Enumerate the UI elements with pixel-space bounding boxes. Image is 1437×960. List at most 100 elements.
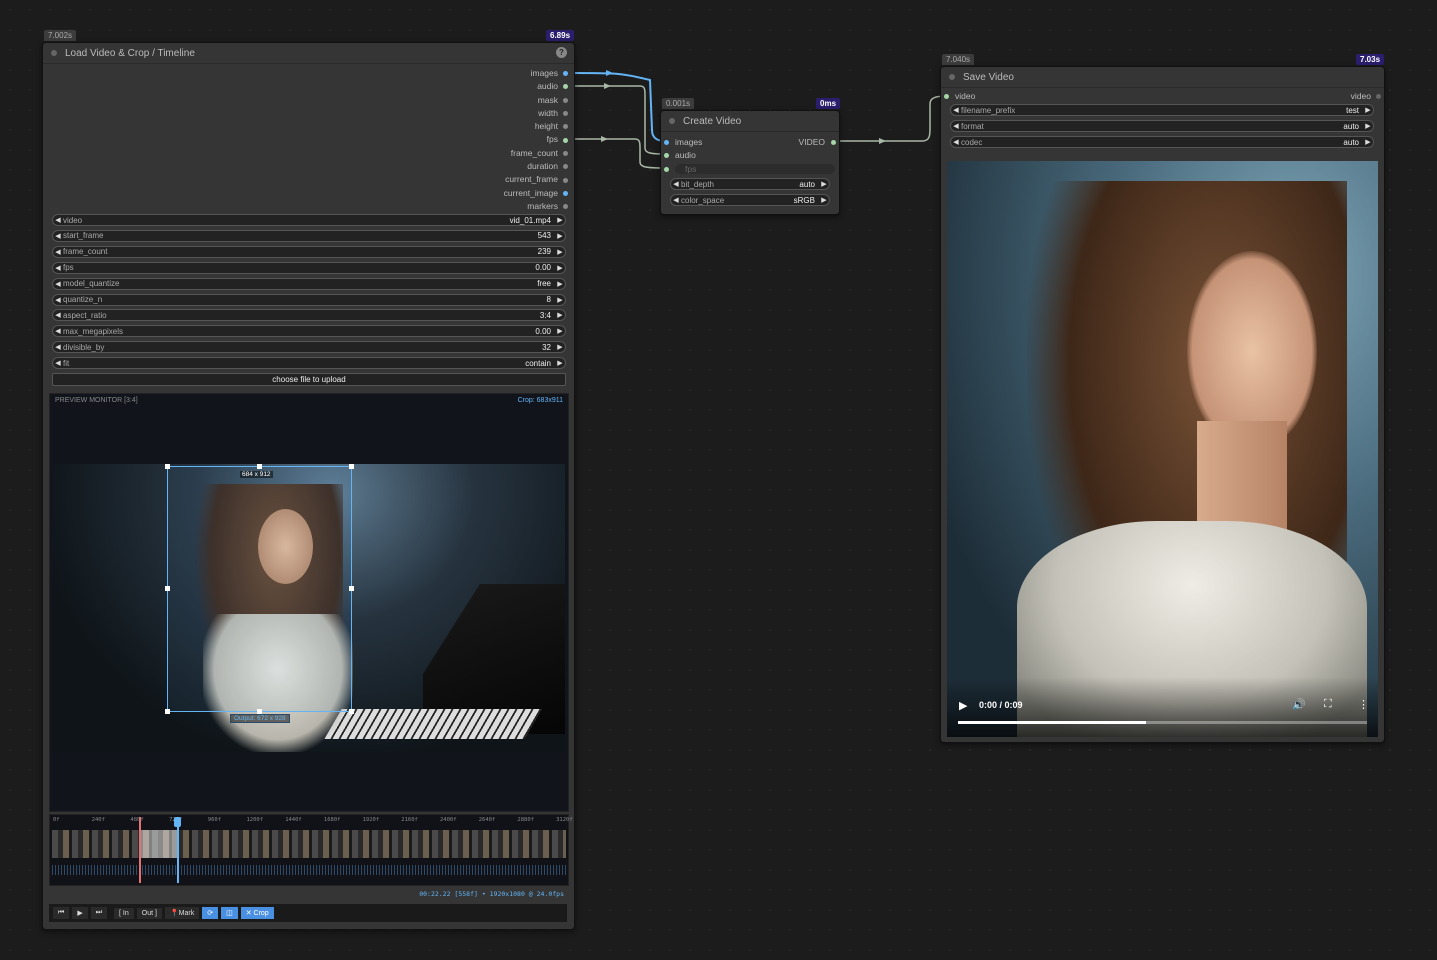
decrement-arrow-icon[interactable]: ◀ bbox=[53, 216, 63, 224]
upload-button[interactable]: choose file to upload bbox=[52, 373, 566, 386]
decrement-arrow-icon[interactable]: ◀ bbox=[53, 343, 63, 351]
collapse-dot[interactable] bbox=[51, 50, 57, 56]
increment-arrow-icon[interactable]: ▶ bbox=[555, 216, 565, 224]
decrement-arrow-icon[interactable]: ◀ bbox=[53, 296, 63, 304]
widget-start-frame[interactable]: ◀ start_frame 543 ▶ bbox=[52, 229, 566, 242]
widget-divisible-by[interactable]: ◀ divisible_by 32 ▶ bbox=[52, 341, 566, 354]
input-fps[interactable]: fps bbox=[664, 164, 835, 174]
widget-aspect-ratio[interactable]: ◀ aspect_ratio 3:4 ▶ bbox=[52, 309, 566, 322]
output-current-frame[interactable]: current_frame bbox=[504, 173, 568, 186]
snap-button[interactable]: ◫ bbox=[221, 907, 238, 919]
crop-handle-ml[interactable] bbox=[165, 586, 170, 591]
widget-bit-depth[interactable]: ◀ bit_depth auto ▶ bbox=[670, 178, 830, 190]
widget-fit[interactable]: ◀ fit contain ▶ bbox=[52, 357, 566, 370]
load-video-node[interactable]: Load Video & Crop / Timeline ? images aud… bbox=[42, 42, 575, 930]
output-frame-count[interactable]: frame_count bbox=[504, 147, 568, 160]
output-images[interactable]: images bbox=[504, 67, 568, 80]
player-play-icon[interactable]: ▶ bbox=[959, 699, 967, 712]
selected-range[interactable] bbox=[140, 830, 178, 858]
create-node-header[interactable]: Create Video bbox=[661, 111, 839, 132]
output-mask[interactable]: mask bbox=[504, 94, 568, 107]
save-video-node[interactable]: Save Video video video ◀ filename_prefix t… bbox=[940, 66, 1385, 743]
in-marker[interactable] bbox=[139, 817, 141, 883]
increment-arrow-icon[interactable]: ▶ bbox=[1363, 106, 1373, 114]
widget-filename-prefix[interactable]: ◀ filename_prefix test ▶ bbox=[950, 104, 1374, 116]
increment-arrow-icon[interactable]: ▶ bbox=[1363, 138, 1373, 146]
create-video-node[interactable]: Create Video images audio fps VIDEO ◀ bit… bbox=[660, 110, 840, 215]
output-duration[interactable]: duration bbox=[504, 160, 568, 173]
input-video[interactable]: video bbox=[944, 91, 975, 101]
widget-model-quantize[interactable]: ◀ model_quantize free ▶ bbox=[52, 277, 566, 290]
prev-frame-button[interactable]: ⏮ bbox=[53, 907, 70, 919]
decrement-arrow-icon[interactable]: ◀ bbox=[53, 359, 63, 367]
increment-arrow-icon[interactable]: ▶ bbox=[555, 343, 565, 351]
input-audio[interactable]: audio bbox=[664, 150, 696, 160]
more-options-icon[interactable]: ⋮ bbox=[1358, 698, 1369, 711]
crop-toggle-button[interactable]: ✕ Crop bbox=[240, 907, 274, 919]
widget-max-megapixels[interactable]: ◀ max_megapixels 0.00 ▶ bbox=[52, 325, 566, 338]
video-player[interactable]: ▶ 0:00 / 0:09 🔊 ⛶ ⋮ bbox=[947, 161, 1378, 737]
decrement-arrow-icon[interactable]: ◀ bbox=[951, 106, 961, 114]
decrement-arrow-icon[interactable]: ◀ bbox=[53, 264, 63, 272]
increment-arrow-icon[interactable]: ▶ bbox=[555, 327, 565, 335]
output-current-image[interactable]: current_image bbox=[504, 187, 568, 200]
decrement-arrow-icon[interactable]: ◀ bbox=[53, 280, 63, 288]
widget-format[interactable]: ◀ format auto ▶ bbox=[950, 120, 1374, 132]
decrement-arrow-icon[interactable]: ◀ bbox=[53, 232, 63, 240]
crop-handle-tm[interactable] bbox=[257, 464, 262, 469]
preview-monitor[interactable]: PREVIEW MONITOR [3:4] Crop: 683x911 684 … bbox=[49, 393, 569, 812]
increment-arrow-icon[interactable]: ▶ bbox=[555, 232, 565, 240]
set-in-button[interactable]: [ In bbox=[114, 907, 134, 919]
crop-handle-tl[interactable] bbox=[165, 464, 170, 469]
set-out-button[interactable]: Out ] bbox=[136, 907, 162, 919]
increment-arrow-icon[interactable]: ▶ bbox=[555, 311, 565, 319]
save-node-header[interactable]: Save Video bbox=[941, 67, 1384, 88]
crop-box[interactable]: 684 x 912 bbox=[165, 464, 354, 714]
decrement-arrow-icon[interactable]: ◀ bbox=[671, 196, 681, 204]
fullscreen-icon[interactable]: ⛶ bbox=[1324, 698, 1332, 711]
playhead-handle[interactable] bbox=[174, 817, 181, 827]
widget-frame-count[interactable]: ◀ frame_count 239 ▶ bbox=[52, 245, 566, 258]
seek-bar[interactable] bbox=[958, 721, 1367, 724]
increment-arrow-icon[interactable]: ▶ bbox=[819, 196, 829, 204]
input-images[interactable]: images bbox=[664, 137, 702, 147]
output-width[interactable]: width bbox=[504, 107, 568, 120]
crop-handle-tr[interactable] bbox=[349, 464, 354, 469]
decrement-arrow-icon[interactable]: ◀ bbox=[53, 327, 63, 335]
crop-handle-mr[interactable] bbox=[349, 586, 354, 591]
decrement-arrow-icon[interactable]: ◀ bbox=[671, 180, 681, 188]
output-markers[interactable]: markers bbox=[504, 200, 568, 213]
load-node-header[interactable]: Load Video & Crop / Timeline bbox=[43, 43, 574, 64]
collapse-dot[interactable] bbox=[669, 118, 675, 124]
timeline[interactable]: 0f240f480f720f960f1200f1440f1680f1920f21… bbox=[49, 814, 573, 886]
decrement-arrow-icon[interactable]: ◀ bbox=[53, 311, 63, 319]
increment-arrow-icon[interactable]: ▶ bbox=[555, 359, 565, 367]
increment-arrow-icon[interactable]: ▶ bbox=[555, 248, 565, 256]
output-video[interactable]: VIDEO bbox=[799, 137, 836, 147]
mark-button[interactable]: 📍Mark bbox=[164, 907, 200, 919]
play-button[interactable]: ▶ bbox=[72, 907, 88, 919]
decrement-arrow-icon[interactable]: ◀ bbox=[53, 248, 63, 256]
output-video[interactable]: video bbox=[1351, 91, 1381, 101]
increment-arrow-icon[interactable]: ▶ bbox=[1363, 122, 1373, 130]
widget-quantize-n[interactable]: ◀ quantize_n 8 ▶ bbox=[52, 293, 566, 306]
crop-handle-br[interactable] bbox=[349, 709, 354, 714]
increment-arrow-icon[interactable]: ▶ bbox=[555, 280, 565, 288]
decrement-arrow-icon[interactable]: ◀ bbox=[951, 122, 961, 130]
widget-codec[interactable]: ◀ codec auto ▶ bbox=[950, 136, 1374, 148]
widget-video[interactable]: ◀ video vid_01.mp4 ▶ bbox=[52, 214, 566, 226]
output-fps[interactable]: fps bbox=[504, 133, 568, 146]
decrement-arrow-icon[interactable]: ◀ bbox=[951, 138, 961, 146]
volume-icon[interactable]: 🔊 bbox=[1292, 698, 1306, 711]
help-icon[interactable]: ? bbox=[556, 47, 567, 58]
output-audio[interactable]: audio bbox=[504, 80, 568, 93]
increment-arrow-icon[interactable]: ▶ bbox=[819, 180, 829, 188]
widget-color-space[interactable]: ◀ color_space sRGB ▶ bbox=[670, 194, 830, 206]
crop-handle-bl[interactable] bbox=[165, 709, 170, 714]
output-height[interactable]: height bbox=[504, 120, 568, 133]
increment-arrow-icon[interactable]: ▶ bbox=[555, 264, 565, 272]
collapse-dot[interactable] bbox=[949, 74, 955, 80]
increment-arrow-icon[interactable]: ▶ bbox=[555, 296, 565, 304]
loop-button[interactable]: ⟳ bbox=[202, 907, 219, 919]
next-frame-button[interactable]: ⏭ bbox=[90, 907, 108, 919]
